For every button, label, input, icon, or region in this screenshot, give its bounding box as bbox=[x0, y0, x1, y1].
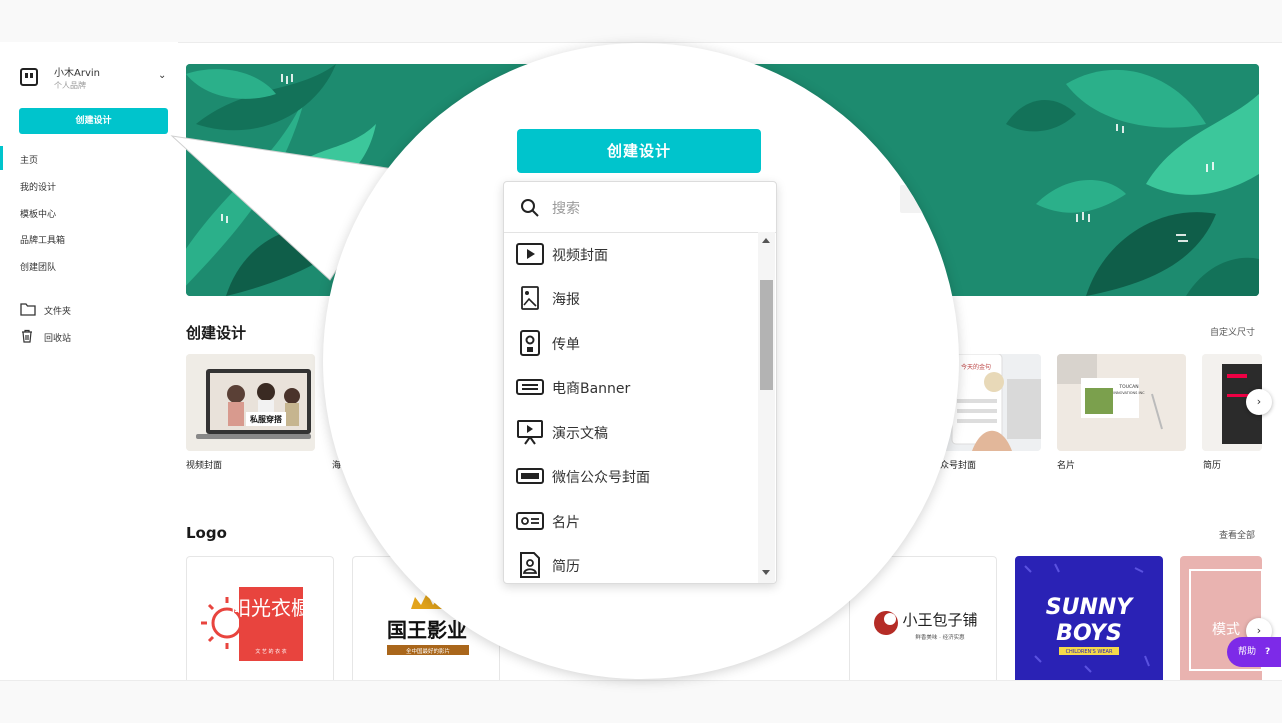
scrollbar-thumb[interactable] bbox=[760, 280, 773, 390]
design-type-dropdown: 搜索 视频封面 海报 传单 电商Banner 演示文稿 微信公众号封面 名片 简… bbox=[503, 181, 777, 584]
dropdown-item-label: 视频封面 bbox=[552, 248, 608, 264]
magnifier-lens: 创建设计 搜索 视频封面 海报 传单 电商Banner 演示文稿 微信公众号封面… bbox=[323, 43, 959, 679]
dropdown-item-poster[interactable]: 海报 bbox=[504, 277, 758, 321]
dropdown-item-video-cover[interactable]: 视频封面 bbox=[504, 233, 758, 277]
dropdown-item-label: 演示文稿 bbox=[552, 426, 608, 442]
dropdown-item-label: 传单 bbox=[552, 337, 580, 353]
presentation-icon bbox=[517, 420, 543, 445]
search-placeholder: 搜索 bbox=[552, 201, 580, 217]
business-card-icon bbox=[516, 512, 544, 530]
dropdown-item-label: 简历 bbox=[552, 559, 580, 575]
poster-icon bbox=[521, 286, 539, 310]
dropdown-item-label: 电商Banner bbox=[552, 381, 631, 397]
dropdown-item-resume[interactable]: 简历 bbox=[504, 544, 758, 583]
dropdown-item-presentation[interactable]: 演示文稿 bbox=[504, 411, 758, 455]
dropdown-item-business-card[interactable]: 名片 bbox=[504, 500, 758, 544]
scroll-down-arrow-icon[interactable] bbox=[762, 570, 770, 575]
flyer-icon bbox=[520, 330, 540, 356]
banner-icon bbox=[516, 379, 544, 395]
dropdown-scrollbar[interactable] bbox=[758, 232, 775, 583]
dropdown-item-label: 海报 bbox=[552, 292, 580, 308]
dropdown-item-flyer[interactable]: 传单 bbox=[504, 322, 758, 366]
dropdown-search[interactable]: 搜索 bbox=[504, 182, 776, 233]
magnified-create-design-button[interactable]: 创建设计 bbox=[517, 129, 761, 173]
resume-icon bbox=[520, 552, 540, 578]
scroll-up-arrow-icon[interactable] bbox=[762, 238, 770, 243]
video-play-icon bbox=[516, 243, 544, 265]
dropdown-item-wechat-cover[interactable]: 微信公众号封面 bbox=[504, 455, 758, 499]
background-input-fragment bbox=[900, 185, 924, 213]
search-icon bbox=[521, 199, 539, 217]
dropdown-item-label: 名片 bbox=[552, 515, 580, 531]
dropdown-item-label: 微信公众号封面 bbox=[552, 470, 650, 486]
dropdown-item-ecommerce-banner[interactable]: 电商Banner bbox=[504, 366, 758, 410]
wechat-cover-icon bbox=[516, 468, 544, 484]
